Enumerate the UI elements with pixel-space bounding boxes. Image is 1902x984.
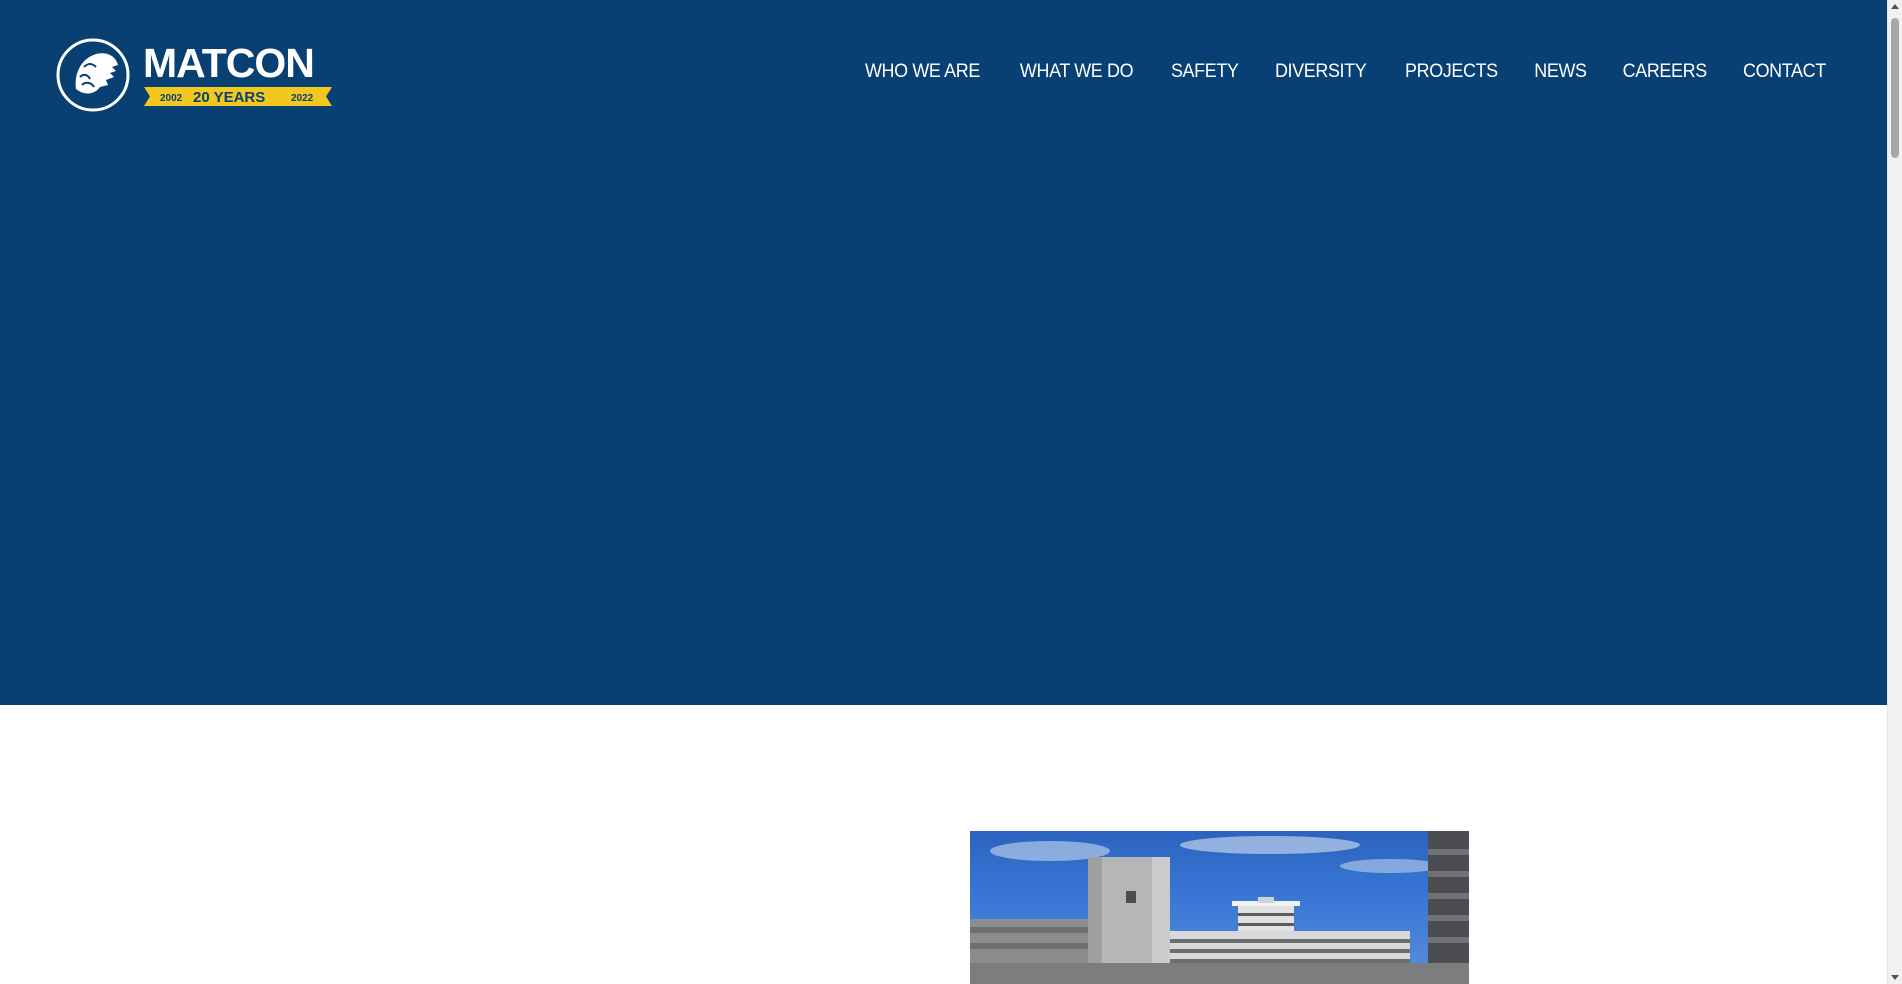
site-logo[interactable]: MATCON 2002 20 YEARS 2022 bbox=[56, 37, 332, 113]
nav-item-safety[interactable]: SAFETY bbox=[1157, 60, 1252, 83]
scroll-up-arrow-icon[interactable] bbox=[1891, 4, 1899, 9]
scrollbar-thumb[interactable] bbox=[1891, 18, 1899, 158]
anniversary-label: 20 YEARS bbox=[193, 89, 265, 106]
main-navigation: WHO WE ARE WHAT WE DO SAFETY DIVERSITY P… bbox=[845, 60, 1830, 83]
nav-item-projects[interactable]: PROJECTS bbox=[1391, 60, 1511, 83]
terminal-building-image bbox=[970, 831, 1469, 984]
brand-wordmark: MATCON bbox=[143, 40, 314, 86]
matcon-logo-icon: MATCON 2002 20 YEARS 2022 bbox=[56, 38, 332, 112]
scroll-down-arrow-icon[interactable] bbox=[1891, 975, 1899, 980]
anniversary-end-year: 2022 bbox=[291, 93, 314, 104]
airport-terminal-photo bbox=[970, 831, 1469, 984]
nav-item-contact[interactable]: CONTACT bbox=[1729, 60, 1826, 83]
nav-item-what-we-do[interactable]: WHAT WE DO bbox=[1006, 60, 1147, 83]
page-scrollbar[interactable] bbox=[1887, 0, 1902, 984]
nav-item-who-we-are[interactable]: WHO WE ARE bbox=[851, 60, 994, 83]
hero-banner: MATCON 2002 20 YEARS 2022 WHO WE ARE WHA… bbox=[0, 0, 1887, 705]
nav-item-careers[interactable]: CAREERS bbox=[1608, 60, 1720, 83]
nav-item-diversity[interactable]: DIVERSITY bbox=[1262, 60, 1381, 83]
anniversary-start-year: 2002 bbox=[160, 93, 183, 104]
nav-item-news[interactable]: NEWS bbox=[1520, 60, 1600, 83]
